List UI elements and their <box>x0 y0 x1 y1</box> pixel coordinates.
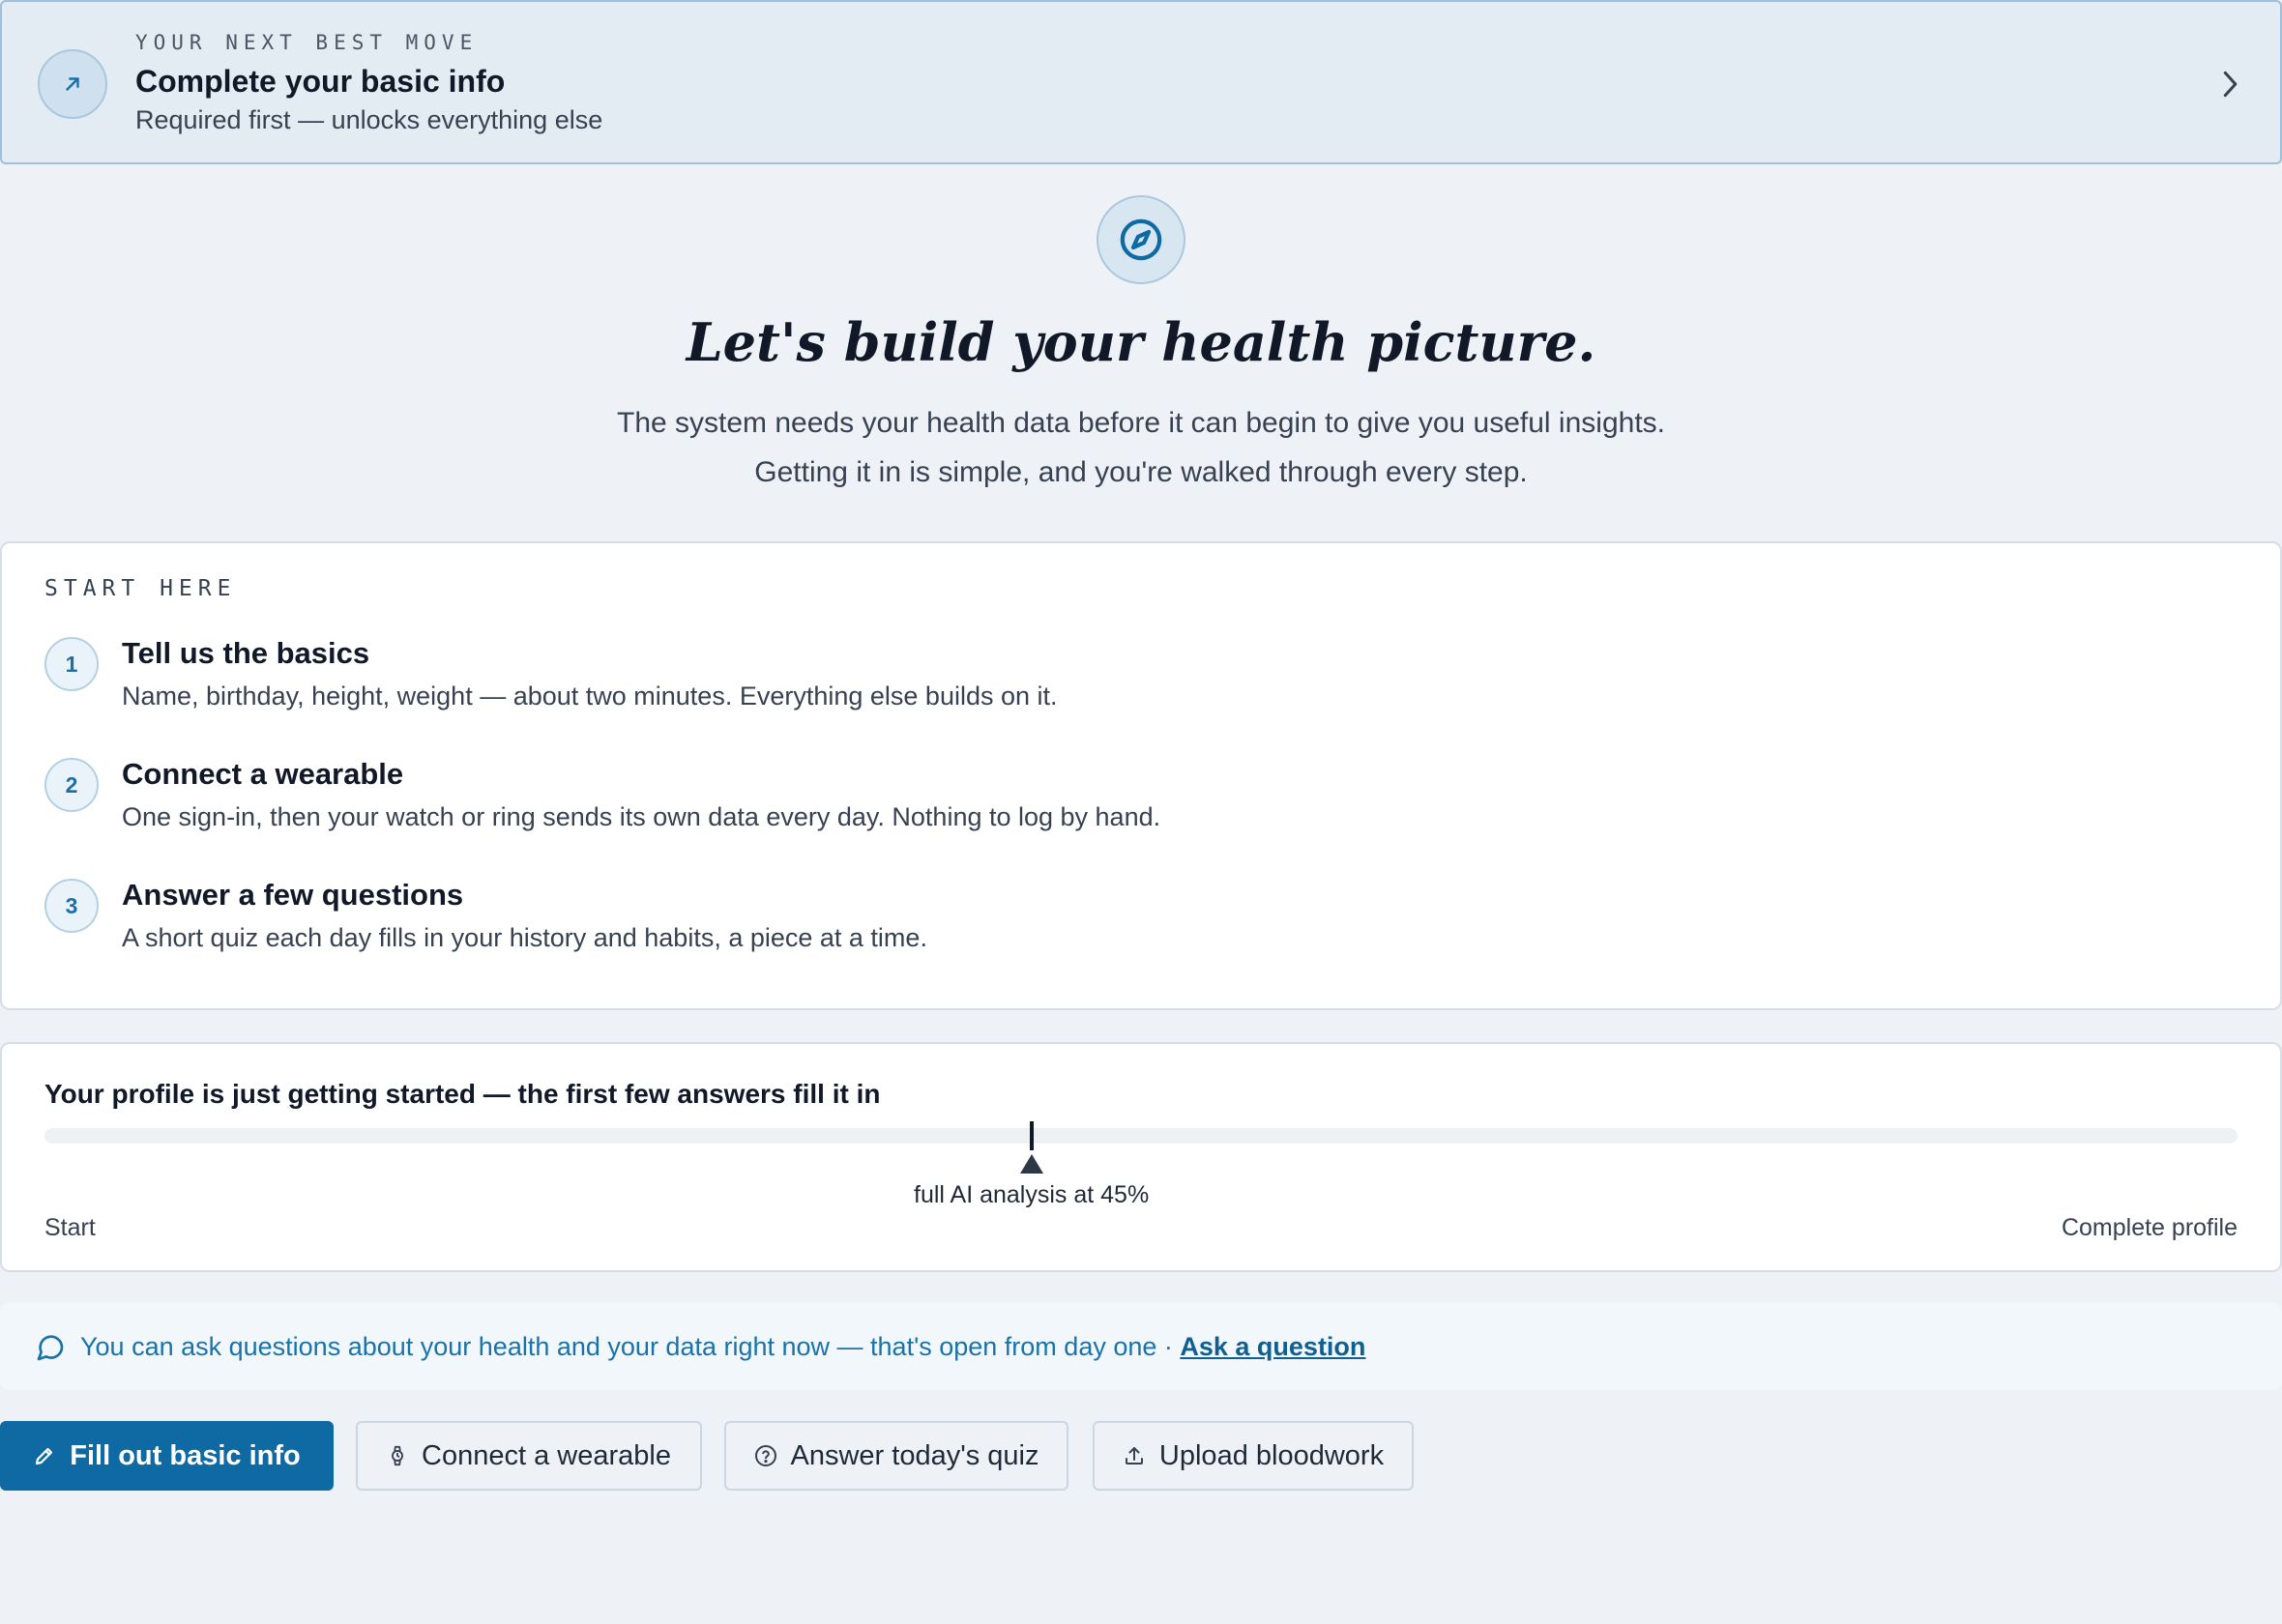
progress-track <box>44 1128 2238 1144</box>
button-label: Fill out basic info <box>70 1439 301 1471</box>
pencil-icon <box>36 1447 53 1465</box>
arrow-up-right-icon <box>38 49 107 119</box>
button-label: Connect a wearable <box>422 1439 671 1471</box>
start-here-eyebrow: START HERE <box>44 576 237 601</box>
banner-eyebrow: YOUR NEXT BEST MOVE <box>135 31 479 54</box>
threshold-label: full AI analysis at 45% <box>913 1181 1150 1208</box>
page-intro: The system needs your health data before… <box>617 407 1665 488</box>
banner-subtitle: Required first — unlocks everything else <box>135 105 603 134</box>
banner-title: Complete your basic info <box>135 64 506 99</box>
step-title: Connect a wearable <box>122 757 404 791</box>
connect-wearable-button[interactable]: Connect a wearable <box>356 1421 702 1491</box>
ask-question-link[interactable]: Ask a question <box>1180 1332 1365 1361</box>
next-best-move-banner[interactable]: YOUR NEXT BEST MOVE Complete your basic … <box>0 0 2282 164</box>
step-title: Answer a few questions <box>122 878 464 912</box>
progress-start-label: Start <box>44 1214 96 1241</box>
ask-message: You can ask questions about your health … <box>80 1332 1181 1361</box>
chevron-right-icon[interactable] <box>2216 68 2243 101</box>
step-title: Tell us the basics <box>122 636 370 670</box>
button-label: Answer today's quiz <box>790 1439 1039 1471</box>
progress-end-label: Complete profile <box>2061 1214 2238 1241</box>
button-label: Upload bloodwork <box>1158 1439 1385 1471</box>
ask-question-text: You can ask questions about your health … <box>80 1332 1365 1362</box>
fill-out-basic-info-button[interactable]: Fill out basic info <box>0 1421 334 1491</box>
upload-bloodwork-button[interactable]: Upload bloodwork <box>1093 1421 1414 1491</box>
threshold-arrow-icon <box>1019 1154 1043 1174</box>
compass-icon <box>1097 195 1185 284</box>
step-description: Name, birthday, height, weight — about t… <box>122 682 1058 710</box>
upload-icon <box>1125 1447 1143 1464</box>
page-title: Let's build your health picture. <box>686 311 1596 373</box>
analysis-threshold-marker <box>1029 1121 1034 1150</box>
step-description: A short quiz each day fills in your hist… <box>122 923 927 952</box>
step-number: 3 <box>44 879 99 933</box>
watch-icon <box>392 1445 403 1466</box>
progress-title: Your profile is just getting started — t… <box>44 1079 881 1109</box>
chat-bubble-icon <box>35 1332 66 1363</box>
step-number: 2 <box>44 758 99 812</box>
answer-quiz-button[interactable]: Answer today's quiz <box>724 1421 1068 1491</box>
question-circle-icon <box>754 1445 776 1466</box>
step-number: 1 <box>44 637 99 691</box>
step-description: One sign-in, then your watch or ring sen… <box>122 802 1161 831</box>
